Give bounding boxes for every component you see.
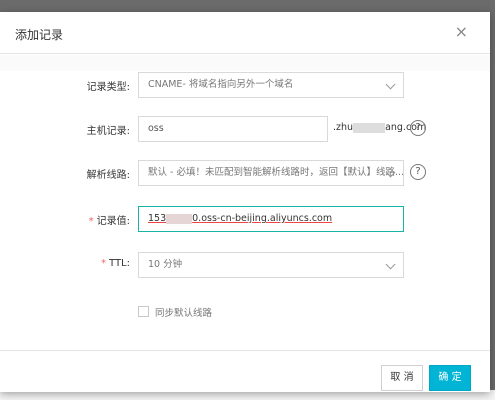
record-value-text: 153 0.oss-cn-beijing.aliyuncs.com bbox=[148, 213, 332, 224]
resolution-line-row: 解析线路: 默认 - 必填！未匹配到智能解析线路时，返回【默认】线路... ? bbox=[0, 160, 490, 186]
host-record-label: 主机记录: bbox=[86, 126, 130, 137]
record-value-input[interactable]: 153 0.oss-cn-beijing.aliyuncs.com bbox=[138, 206, 404, 232]
dialog-subheader bbox=[0, 55, 490, 71]
add-record-dialog: 添加记录 × 记录类型: CNAME- 将域名指向另外一个域名 主机记录: os… bbox=[0, 12, 490, 392]
dialog-footer: 取 消 确 定 bbox=[0, 350, 490, 392]
resolution-line-label: 解析线路: bbox=[86, 170, 130, 181]
ttl-label-text: TTL: bbox=[109, 258, 130, 269]
host-record-input[interactable]: oss bbox=[138, 116, 328, 142]
required-mark: * bbox=[88, 216, 94, 227]
host-record-row: 主机记录: oss .zhu ang.com ? bbox=[0, 116, 490, 142]
record-value-start: 153 bbox=[148, 213, 167, 224]
sync-default-line-checkbox[interactable] bbox=[138, 306, 149, 317]
help-icon[interactable]: ? bbox=[410, 120, 426, 136]
record-type-select[interactable]: CNAME- 将域名指向另外一个域名 bbox=[138, 72, 404, 98]
sync-default-line-label: 同步默认线路 bbox=[155, 308, 213, 319]
confirm-button[interactable]: 确 定 bbox=[429, 365, 471, 391]
ttl-value: 10 分钟 bbox=[148, 259, 183, 270]
record-value-row: * 记录值: 153 0.oss-cn-beijing.aliyuncs.com bbox=[0, 206, 490, 232]
record-value-label-text: 记录值: bbox=[96, 216, 130, 227]
record-type-label: 记录类型: bbox=[86, 82, 130, 93]
redacted-block bbox=[353, 122, 386, 133]
ttl-select[interactable]: 10 分钟 bbox=[138, 252, 404, 278]
help-icon[interactable]: ? bbox=[410, 164, 426, 180]
domain-suffix-start: .zhu bbox=[333, 122, 354, 133]
dialog-header: 添加记录 × bbox=[0, 12, 490, 54]
close-icon[interactable]: × bbox=[455, 23, 468, 41]
record-value-label: * 记录值: bbox=[89, 212, 130, 227]
host-record-value: oss bbox=[148, 123, 164, 134]
record-type-value: CNAME- 将域名指向另外一个域名 bbox=[148, 79, 294, 90]
resolution-line-select[interactable]: 默认 - 必填！未匹配到智能解析线路时，返回【默认】线路... bbox=[138, 160, 404, 186]
chevron-down-icon bbox=[385, 259, 396, 270]
record-type-row: 记录类型: CNAME- 将域名指向另外一个域名 bbox=[0, 72, 490, 98]
dialog-title: 添加记录 bbox=[15, 28, 64, 42]
chevron-down-icon bbox=[385, 79, 396, 90]
required-mark: * bbox=[101, 258, 107, 269]
ttl-row: * TTL: 10 分钟 bbox=[0, 252, 490, 278]
ttl-label: * TTL: bbox=[101, 258, 130, 269]
resolution-line-value: 默认 - 必填！未匹配到智能解析线路时，返回【默认】线路... bbox=[148, 167, 404, 178]
cancel-button[interactable]: 取 消 bbox=[381, 365, 423, 391]
record-value-end: 0.oss-cn-beijing.aliyuncs.com bbox=[192, 213, 333, 224]
redacted-block bbox=[166, 213, 193, 224]
